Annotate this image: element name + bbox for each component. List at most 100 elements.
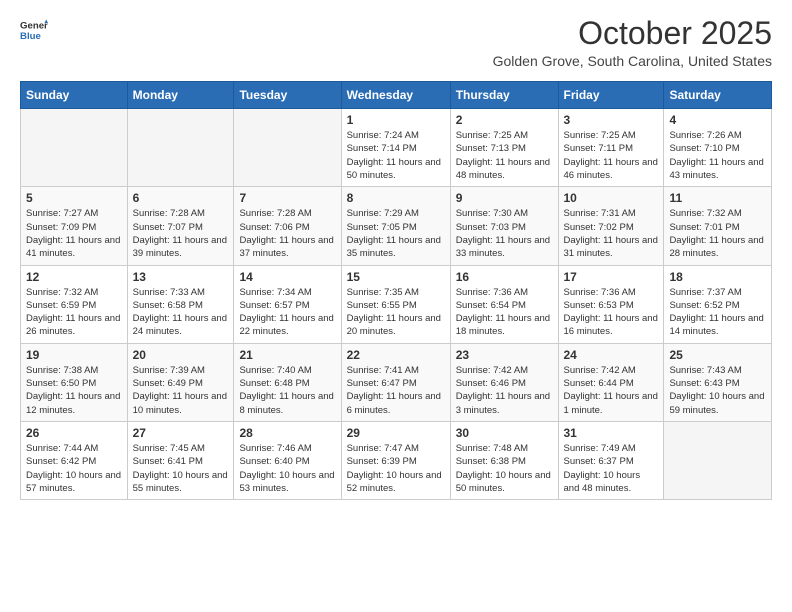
svg-text:Blue: Blue — [20, 31, 41, 42]
weekday-header-tuesday: Tuesday — [234, 82, 341, 109]
calendar-cell: 13 Sunrise: 7:33 AMSunset: 6:58 PMDayligh… — [127, 265, 234, 343]
calendar-cell: 12 Sunrise: 7:32 AMSunset: 6:59 PMDayligh… — [21, 265, 128, 343]
day-info: Sunrise: 7:32 AMSunset: 6:59 PMDaylight:… — [26, 286, 122, 339]
calendar-cell: 15 Sunrise: 7:35 AMSunset: 6:55 PMDayligh… — [341, 265, 450, 343]
day-info: Sunrise: 7:35 AMSunset: 6:55 PMDaylight:… — [347, 286, 445, 339]
day-info: Sunrise: 7:42 AMSunset: 6:44 PMDaylight:… — [564, 364, 659, 417]
day-info: Sunrise: 7:48 AMSunset: 6:38 PMDaylight:… — [456, 442, 553, 495]
day-number: 23 — [456, 348, 553, 362]
day-info: Sunrise: 7:37 AMSunset: 6:52 PMDaylight:… — [669, 286, 766, 339]
day-number: 12 — [26, 270, 122, 284]
calendar-cell — [664, 421, 772, 499]
calendar-cell: 4 Sunrise: 7:26 AMSunset: 7:10 PMDaylight… — [664, 109, 772, 187]
calendar-cell: 29Sunrise: 7:47 AMSunset: 6:39 PMDayligh… — [341, 421, 450, 499]
day-number: 29 — [347, 426, 445, 440]
day-info: Sunrise: 7:38 AMSunset: 6:50 PMDaylight:… — [26, 364, 122, 417]
day-number: 15 — [347, 270, 445, 284]
day-number: 27 — [133, 426, 229, 440]
day-number: 30 — [456, 426, 553, 440]
calendar-cell: 22 Sunrise: 7:41 AMSunset: 6:47 PMDayligh… — [341, 343, 450, 421]
day-info: Sunrise: 7:27 AMSunset: 7:09 PMDaylight:… — [26, 207, 122, 260]
day-info: Sunrise: 7:25 AMSunset: 7:11 PMDaylight:… — [564, 129, 659, 182]
day-number: 7 — [239, 191, 335, 205]
calendar-cell: 14Sunrise: 7:34 AMSunset: 6:57 PMDayligh… — [234, 265, 341, 343]
calendar-cell: 16Sunrise: 7:36 AMSunset: 6:54 PMDayligh… — [450, 265, 558, 343]
day-info: Sunrise: 7:33 AMSunset: 6:58 PMDaylight:… — [133, 286, 229, 339]
calendar-table: SundayMondayTuesdayWednesdayThursdayFrid… — [20, 81, 772, 500]
day-number: 14 — [239, 270, 335, 284]
calendar-cell — [21, 109, 128, 187]
day-number: 11 — [669, 191, 766, 205]
day-info: Sunrise: 7:36 AMSunset: 6:53 PMDaylight:… — [564, 286, 659, 339]
calendar-cell: 25 Sunrise: 7:43 AMSunset: 6:43 PMDayligh… — [664, 343, 772, 421]
day-number: 10 — [564, 191, 659, 205]
calendar-cell: 3 Sunrise: 7:25 AMSunset: 7:11 PMDaylight… — [558, 109, 664, 187]
day-number: 22 — [347, 348, 445, 362]
day-info: Sunrise: 7:30 AMSunset: 7:03 PMDaylight:… — [456, 207, 553, 260]
subtitle: Golden Grove, South Carolina, United Sta… — [493, 53, 772, 69]
calendar-week-row: 5 Sunrise: 7:27 AMSunset: 7:09 PMDaylight… — [21, 187, 772, 265]
page: General Blue October 2025 Golden Grove, … — [0, 0, 792, 612]
calendar-cell: 31Sunrise: 7:49 AMSunset: 6:37 PMDayligh… — [558, 421, 664, 499]
weekday-header-thursday: Thursday — [450, 82, 558, 109]
day-number: 28 — [239, 426, 335, 440]
calendar-cell: 19 Sunrise: 7:38 AMSunset: 6:50 PMDayligh… — [21, 343, 128, 421]
calendar-week-row: 19 Sunrise: 7:38 AMSunset: 6:50 PMDayligh… — [21, 343, 772, 421]
title-block: October 2025 Golden Grove, South Carolin… — [493, 16, 772, 69]
day-number: 8 — [347, 191, 445, 205]
day-info: Sunrise: 7:46 AMSunset: 6:40 PMDaylight:… — [239, 442, 335, 495]
calendar-cell: 24 Sunrise: 7:42 AMSunset: 6:44 PMDayligh… — [558, 343, 664, 421]
weekday-header-wednesday: Wednesday — [341, 82, 450, 109]
calendar-cell: 11 Sunrise: 7:32 AMSunset: 7:01 PMDayligh… — [664, 187, 772, 265]
day-info: Sunrise: 7:32 AMSunset: 7:01 PMDaylight:… — [669, 207, 766, 260]
day-number: 25 — [669, 348, 766, 362]
day-number: 31 — [564, 426, 659, 440]
day-number: 17 — [564, 270, 659, 284]
day-number: 4 — [669, 113, 766, 127]
calendar-week-row: 1 Sunrise: 7:24 AMSunset: 7:14 PMDaylight… — [21, 109, 772, 187]
day-info: Sunrise: 7:24 AMSunset: 7:14 PMDaylight:… — [347, 129, 445, 182]
calendar-cell: 30 Sunrise: 7:48 AMSunset: 6:38 PMDayligh… — [450, 421, 558, 499]
weekday-header-friday: Friday — [558, 82, 664, 109]
day-number: 3 — [564, 113, 659, 127]
calendar-cell: 28 Sunrise: 7:46 AMSunset: 6:40 PMDayligh… — [234, 421, 341, 499]
day-info: Sunrise: 7:44 AMSunset: 6:42 PMDaylight:… — [26, 442, 122, 495]
day-info: Sunrise: 7:43 AMSunset: 6:43 PMDaylight:… — [669, 364, 766, 417]
day-number: 5 — [26, 191, 122, 205]
day-number: 6 — [133, 191, 229, 205]
calendar-cell — [127, 109, 234, 187]
calendar-cell: 2Sunrise: 7:25 AMSunset: 7:13 PMDaylight… — [450, 109, 558, 187]
day-info: Sunrise: 7:40 AMSunset: 6:48 PMDaylight:… — [239, 364, 335, 417]
day-number: 24 — [564, 348, 659, 362]
day-info: Sunrise: 7:26 AMSunset: 7:10 PMDaylight:… — [669, 129, 766, 182]
calendar-cell: 18Sunrise: 7:37 AMSunset: 6:52 PMDayligh… — [664, 265, 772, 343]
day-number: 19 — [26, 348, 122, 362]
day-number: 1 — [347, 113, 445, 127]
calendar-cell: 1 Sunrise: 7:24 AMSunset: 7:14 PMDaylight… — [341, 109, 450, 187]
day-number: 9 — [456, 191, 553, 205]
day-info: Sunrise: 7:28 AMSunset: 7:07 PMDaylight:… — [133, 207, 229, 260]
day-number: 20 — [133, 348, 229, 362]
calendar-cell: 5 Sunrise: 7:27 AMSunset: 7:09 PMDaylight… — [21, 187, 128, 265]
calendar-cell: 27Sunrise: 7:45 AMSunset: 6:41 PMDayligh… — [127, 421, 234, 499]
day-info: Sunrise: 7:41 AMSunset: 6:47 PMDaylight:… — [347, 364, 445, 417]
logo: General Blue — [20, 16, 50, 44]
calendar-cell: 26Sunrise: 7:44 AMSunset: 6:42 PMDayligh… — [21, 421, 128, 499]
svg-text:General: General — [20, 20, 48, 31]
calendar-cell: 10 Sunrise: 7:31 AMSunset: 7:02 PMDayligh… — [558, 187, 664, 265]
day-number: 2 — [456, 113, 553, 127]
day-number: 13 — [133, 270, 229, 284]
day-info: Sunrise: 7:39 AMSunset: 6:49 PMDaylight:… — [133, 364, 229, 417]
calendar-cell: 21Sunrise: 7:40 AMSunset: 6:48 PMDayligh… — [234, 343, 341, 421]
day-number: 16 — [456, 270, 553, 284]
calendar-cell — [234, 109, 341, 187]
day-info: Sunrise: 7:31 AMSunset: 7:02 PMDaylight:… — [564, 207, 659, 260]
main-title: October 2025 — [493, 16, 772, 51]
weekday-header-monday: Monday — [127, 82, 234, 109]
header: General Blue October 2025 Golden Grove, … — [20, 16, 772, 69]
day-info: Sunrise: 7:42 AMSunset: 6:46 PMDaylight:… — [456, 364, 553, 417]
calendar-cell: 17 Sunrise: 7:36 AMSunset: 6:53 PMDayligh… — [558, 265, 664, 343]
weekday-header-saturday: Saturday — [664, 82, 772, 109]
calendar-cell: 23 Sunrise: 7:42 AMSunset: 6:46 PMDayligh… — [450, 343, 558, 421]
calendar-cell: 6 Sunrise: 7:28 AMSunset: 7:07 PMDaylight… — [127, 187, 234, 265]
